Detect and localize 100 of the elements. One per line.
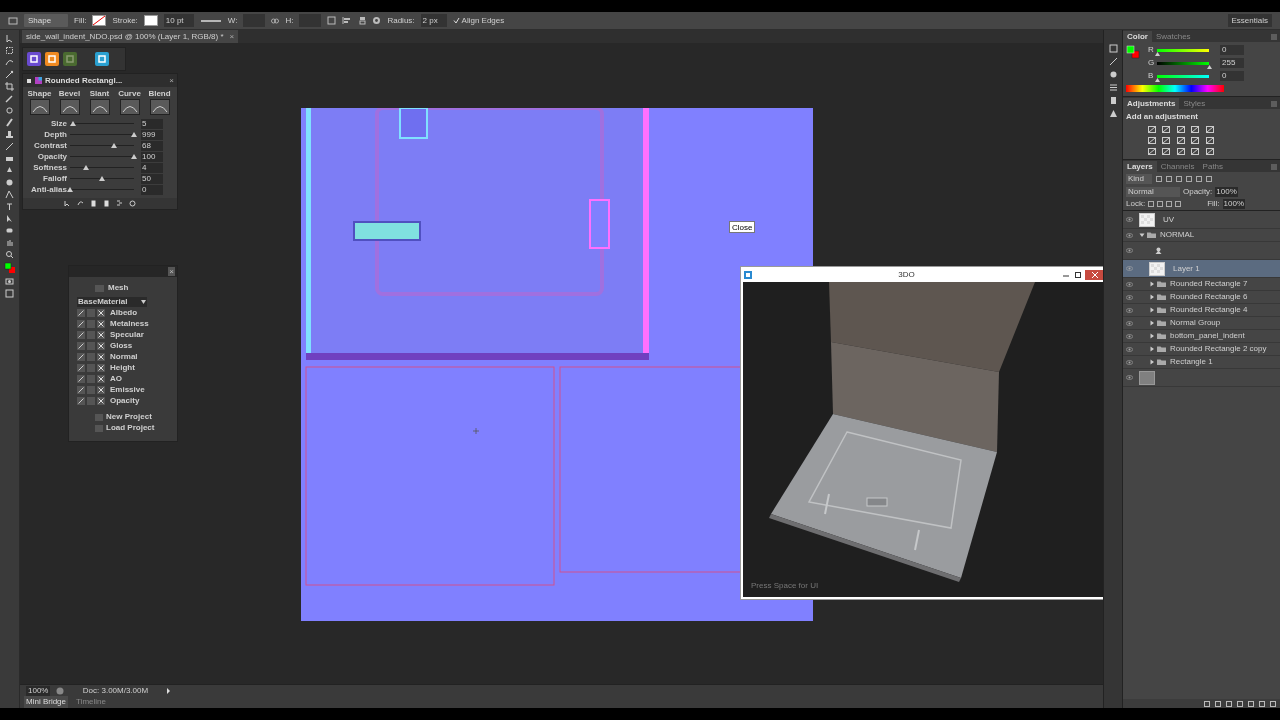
layer-row[interactable]: Normal Group <box>1123 317 1280 330</box>
color-swatches-icon[interactable] <box>3 262 16 274</box>
slider-thumb[interactable] <box>1206 64 1212 69</box>
slider-thumb[interactable] <box>67 187 73 192</box>
fill-field[interactable]: 100% <box>1222 199 1246 209</box>
project-button[interactable]: New Project <box>95 412 169 422</box>
stroke-swatch-icon[interactable] <box>143 15 158 26</box>
slider-thumb[interactable] <box>1154 51 1160 56</box>
color-swatches-icon[interactable] <box>1126 45 1140 59</box>
value-field[interactable]: 255 <box>1220 58 1244 68</box>
layer-row[interactable]: Rounded Rectangle 2 copy <box>1123 343 1280 356</box>
rectangle-tool-icon[interactable] <box>8 16 18 25</box>
pencil-icon[interactable] <box>77 397 85 405</box>
panel-tab[interactable]: Swatches <box>1151 31 1195 42</box>
gear-icon[interactable] <box>372 16 382 25</box>
shape-tab[interactable]: Shape <box>26 89 53 115</box>
clear-icon[interactable] <box>97 397 105 405</box>
maximize-icon[interactable] <box>1073 270 1083 279</box>
layer-row[interactable]: bottom_panel_indent <box>1123 330 1280 343</box>
pencil-icon[interactable] <box>77 364 85 372</box>
expanded-arrow-icon[interactable] <box>1139 232 1145 238</box>
adjustment-icon[interactable] <box>1205 148 1214 155</box>
collapsed-arrow-icon[interactable] <box>1149 333 1155 339</box>
workspace-dropdown[interactable]: Essentials <box>1227 14 1272 27</box>
eye-icon[interactable] <box>1125 217 1133 222</box>
adjustment-icon[interactable] <box>1205 137 1214 144</box>
adjustment-icon[interactable] <box>1191 126 1200 133</box>
layer-row[interactable]: Rounded Rectangle 6 <box>1123 291 1280 304</box>
clear-icon[interactable] <box>97 375 105 383</box>
adjustment-icon[interactable] <box>1191 148 1200 155</box>
value-field[interactable]: 0 <box>1220 45 1244 55</box>
pencil-icon[interactable] <box>77 320 85 328</box>
path-operations-icon[interactable] <box>327 16 337 25</box>
pencil-icon[interactable] <box>77 331 85 339</box>
fill-swatch-icon[interactable] <box>92 15 107 26</box>
collapsed-arrow-icon[interactable] <box>1149 307 1155 313</box>
value-field[interactable]: 68 <box>141 140 163 151</box>
shape-tab[interactable]: Curve <box>116 89 143 115</box>
panel-dock-icon[interactable] <box>1108 83 1118 92</box>
tool-icon[interactable] <box>5 130 14 139</box>
panel-tab[interactable]: Color <box>1123 31 1152 42</box>
slider-thumb[interactable] <box>83 165 89 170</box>
clear-icon[interactable] <box>97 364 105 372</box>
arrange-icon[interactable] <box>357 16 367 25</box>
color-spectrum[interactable] <box>1126 85 1224 92</box>
value-field[interactable]: 0 <box>1220 71 1244 81</box>
clear-icon[interactable] <box>97 386 105 394</box>
pencil-icon[interactable] <box>77 342 85 350</box>
pencil-icon[interactable] <box>77 386 85 394</box>
radius-field[interactable]: 2 px <box>420 14 447 27</box>
align-edges-checkbox[interactable]: Align Edges <box>452 14 505 27</box>
tool-icon[interactable] <box>5 250 14 259</box>
tool-icon[interactable] <box>5 70 14 79</box>
tool-icon[interactable] <box>5 238 14 247</box>
link-icon[interactable] <box>271 17 280 24</box>
plugin-app-icon[interactable] <box>95 52 109 66</box>
collapsed-arrow-icon[interactable] <box>1149 294 1155 300</box>
slider-thumb[interactable] <box>99 176 105 181</box>
adjustment-icon[interactable] <box>1162 148 1171 155</box>
adjustment-icon[interactable] <box>1148 126 1156 133</box>
eye-icon[interactable] <box>1125 375 1133 380</box>
slider-thumb[interactable] <box>70 121 77 126</box>
tool-icon[interactable] <box>5 202 14 211</box>
slider-thumb[interactable] <box>1154 77 1160 82</box>
value-field[interactable]: 50 <box>141 173 163 184</box>
material-dropdown[interactable]: BaseMaterial <box>77 297 147 307</box>
panel-tab[interactable]: Layers <box>1123 161 1157 172</box>
shape-tab[interactable]: Bevel <box>56 89 83 115</box>
layer-row[interactable]: UV <box>1123 211 1280 229</box>
clear-icon[interactable] <box>97 320 105 328</box>
adjustment-icon[interactable] <box>1191 137 1200 144</box>
panel-tab[interactable]: Channels <box>1156 161 1199 172</box>
layer-row[interactable]: Rounded Rectangle 4 <box>1123 304 1280 317</box>
mode-dropdown[interactable]: Shape <box>24 14 68 27</box>
adjustment-icon[interactable] <box>1176 148 1185 155</box>
document-tab[interactable]: side_wall_indent_NDO.psd @ 100% (Layer 1, RGB/8) * × <box>22 30 239 43</box>
blend-mode-dropdown[interactable]: Normal <box>1126 186 1180 197</box>
status-icon[interactable] <box>56 686 65 695</box>
panel-tool-icon[interactable] <box>129 200 136 207</box>
clear-icon[interactable] <box>97 342 105 350</box>
clear-icon[interactable] <box>97 309 105 317</box>
layer-row[interactable]: Rounded Rectangle 7 <box>1123 278 1280 291</box>
pencil-icon[interactable] <box>77 353 85 361</box>
adjustment-icon[interactable] <box>1148 137 1156 144</box>
layer-row[interactable]: Layer 1 <box>1123 260 1280 278</box>
panel-tab[interactable]: Adjustments <box>1123 98 1180 109</box>
layer-row[interactable]: Rectangle 1 <box>1123 356 1280 369</box>
adjustment-icon[interactable] <box>1205 126 1214 133</box>
slider-thumb[interactable] <box>110 143 117 148</box>
close-icon[interactable] <box>1085 269 1103 280</box>
close-button[interactable]: × <box>169 74 174 87</box>
adjustment-icon[interactable] <box>1162 137 1171 144</box>
eye-icon[interactable] <box>1125 248 1133 253</box>
collapsed-arrow-icon[interactable] <box>1149 359 1155 365</box>
close-button[interactable]: × <box>168 267 175 276</box>
quick-mask-icon[interactable] <box>5 277 14 286</box>
zoom-field[interactable]: 100% <box>26 685 51 696</box>
layer-row[interactable] <box>1123 369 1280 387</box>
plugin-app-icon[interactable] <box>45 52 59 66</box>
shape-tab[interactable]: Slant <box>86 89 113 115</box>
